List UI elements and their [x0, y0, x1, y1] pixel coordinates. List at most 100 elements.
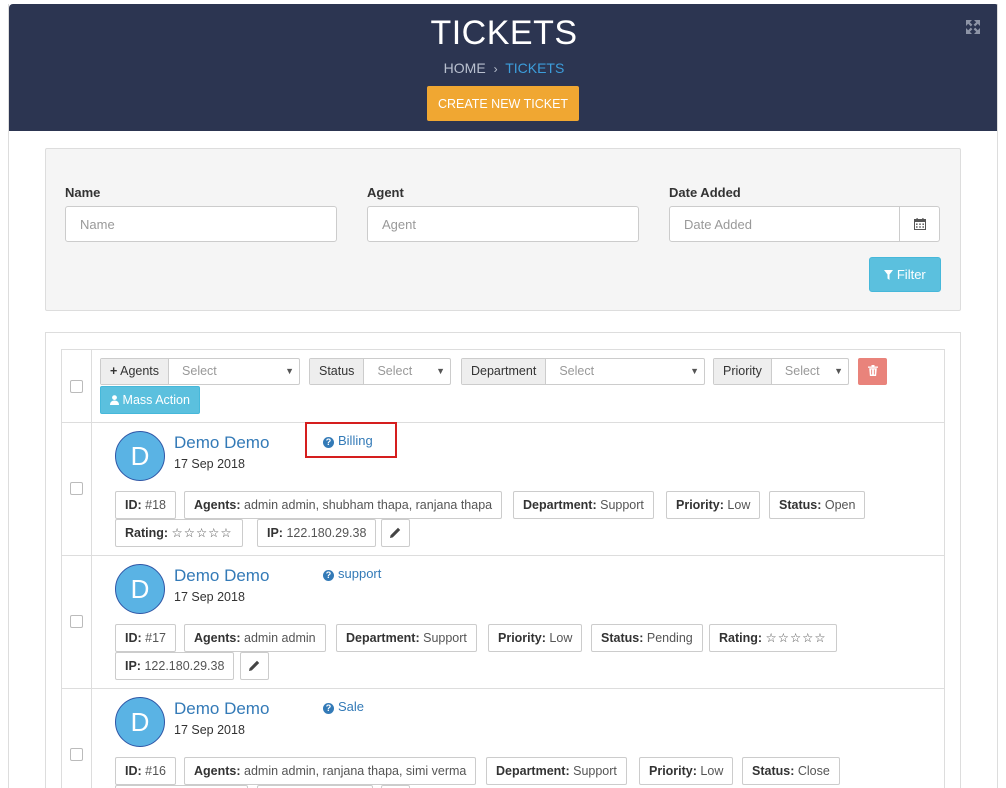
name-filter-label: Name	[65, 185, 101, 200]
ticket-checkbox[interactable]	[70, 482, 83, 495]
ticket-category[interactable]: ? Sale	[323, 699, 364, 714]
ticket-date: 17 Sep 2018	[174, 723, 245, 737]
pencil-icon	[390, 527, 401, 538]
chip-label: ID:	[125, 631, 142, 645]
ticket-customer-name[interactable]: Demo Demo	[174, 566, 269, 586]
caret-down-icon: ▼	[834, 366, 843, 376]
chip-label: IP:	[125, 659, 141, 673]
filter-panel: Name Agent Date Added Filter	[45, 148, 961, 311]
ticket-id-chip: ID: #17	[115, 624, 177, 652]
mass-action-button[interactable]: Mass Action	[100, 386, 200, 414]
ticket-department-chip: Department: Support	[336, 624, 477, 652]
user-icon	[110, 395, 120, 405]
expand-icon[interactable]	[965, 19, 981, 35]
department-select-value: Select	[559, 364, 595, 378]
chip-value: Low	[700, 764, 724, 778]
filter-button-label: Filter	[896, 267, 926, 282]
priority-select-value: Select	[784, 364, 820, 378]
ticket-row: D Demo Demo 17 Sep 2018 ? Billing ID: #18…	[62, 422, 944, 556]
select-all-checkbox[interactable]	[70, 380, 83, 393]
ticket-status-chip: Status: Open	[769, 491, 866, 519]
ticket-category-label: support	[338, 566, 382, 581]
date-added-input[interactable]	[669, 206, 900, 242]
ticket-category[interactable]: ? Billing	[323, 433, 373, 448]
agents-select-group[interactable]: + Agents Select ▼	[100, 358, 300, 385]
chip-value: admin admin, ranjana thapa, simi verma	[244, 764, 467, 778]
chip-value: Close	[797, 764, 830, 778]
chip-value: #17	[145, 631, 167, 645]
status-select-label: Status	[310, 359, 365, 384]
ticket-list-panel: + Agents Select ▼ Status Select ▼ Departme…	[45, 332, 961, 788]
plus-icon: +	[110, 364, 118, 378]
delete-button[interactable]	[858, 358, 887, 385]
ticket-date: 17 Sep 2018	[174, 590, 245, 604]
ticket-row: D Demo Demo 17 Sep 2018 ? Sale ID: #16 Ag…	[62, 689, 944, 788]
ticket-checkbox[interactable]	[70, 748, 83, 761]
chip-label: Rating:	[719, 631, 763, 645]
name-filter-input[interactable]	[65, 206, 337, 242]
chip-label: ID:	[125, 498, 142, 512]
ticket-ip-chip: IP: 122.180.29.38	[115, 652, 235, 680]
chip-label: Priority:	[676, 498, 724, 512]
calendar-icon	[914, 218, 926, 230]
ticket-checkbox[interactable]	[70, 615, 83, 628]
agents-select-label: + Agents	[101, 359, 170, 384]
caret-down-icon: ▼	[690, 366, 699, 376]
question-circle-icon: ?	[323, 437, 334, 448]
priority-select-label: Priority	[714, 359, 772, 384]
chip-label: Status:	[779, 498, 822, 512]
chip-label: Agents:	[194, 631, 241, 645]
caret-down-icon: ▼	[436, 366, 445, 376]
ticket-category-label: Sale	[338, 699, 365, 714]
priority-select[interactable]: Select ▼	[772, 359, 848, 384]
chip-label: Department:	[496, 764, 570, 778]
ticket-status-chip: Status: Pending	[591, 624, 703, 652]
ticket-id-chip: ID: #16	[115, 757, 177, 785]
star-rating[interactable]: ☆☆☆☆☆	[766, 631, 827, 645]
chip-label: Priority:	[498, 631, 546, 645]
date-added-filter-label: Date Added	[669, 185, 741, 200]
calendar-button[interactable]	[900, 206, 940, 242]
ticket-agents-chip: Agents: admin admin, shubham thapa, ranj…	[184, 491, 503, 519]
ticket-rating-chip: Rating: ☆☆☆☆☆	[115, 519, 243, 547]
trash-icon	[867, 365, 878, 376]
tickets-panel: TICKETS HOME › TICKETS CREATE NEW TICKET…	[8, 4, 998, 788]
agents-select[interactable]: Select ▼	[169, 359, 299, 384]
ticket-customer-name[interactable]: Demo Demo	[174, 699, 269, 719]
mass-action-label: Mass Action	[122, 393, 190, 407]
department-select-group[interactable]: Department Select ▼	[461, 358, 705, 385]
chip-value: Open	[824, 498, 856, 512]
ticket-category[interactable]: ? support	[323, 566, 381, 581]
ticket-priority-chip: Priority: Low	[488, 624, 583, 652]
edit-ticket-button[interactable]	[240, 652, 269, 680]
chip-value: 122.180.29.38	[144, 659, 225, 673]
chip-label: Status:	[752, 764, 795, 778]
breadcrumb-home[interactable]: HOME	[444, 60, 486, 76]
status-select-group[interactable]: Status Select ▼	[309, 358, 451, 385]
agents-select-value: Select	[182, 364, 217, 378]
filter-button[interactable]: Filter	[869, 257, 941, 292]
star-rating[interactable]: ☆☆☆☆☆	[172, 526, 233, 540]
create-new-ticket-button[interactable]: CREATE NEW TICKET	[427, 86, 579, 121]
ticket-priority-chip: Priority: Low	[639, 757, 734, 785]
chip-label: Status:	[601, 631, 644, 645]
agent-filter-input[interactable]	[367, 206, 639, 242]
department-select-label: Department	[462, 359, 547, 384]
ticket-agents-chip: Agents: admin admin, ranjana thapa, simi…	[184, 757, 477, 785]
chip-value: 122.180.29.38	[286, 526, 367, 540]
chip-value: admin admin, shubham thapa, ranjana thap…	[244, 498, 493, 512]
ticket-customer-name[interactable]: Demo Demo	[174, 433, 269, 453]
question-circle-icon: ?	[323, 703, 334, 714]
priority-select-group[interactable]: Priority Select ▼	[713, 358, 849, 385]
checkbox-cell	[62, 350, 92, 422]
agents-label-text: Agents	[120, 364, 160, 378]
status-select[interactable]: Select ▼	[364, 359, 450, 384]
edit-ticket-button[interactable]	[381, 519, 410, 547]
chip-label: ID:	[125, 764, 142, 778]
chip-label: Agents:	[194, 764, 241, 778]
ticket-status-chip: Status: Close	[742, 757, 840, 785]
agent-filter-label: Agent	[367, 185, 404, 200]
department-select[interactable]: Select ▼	[546, 359, 704, 384]
checkbox-cell	[62, 689, 92, 788]
breadcrumb-current: TICKETS	[505, 60, 565, 76]
